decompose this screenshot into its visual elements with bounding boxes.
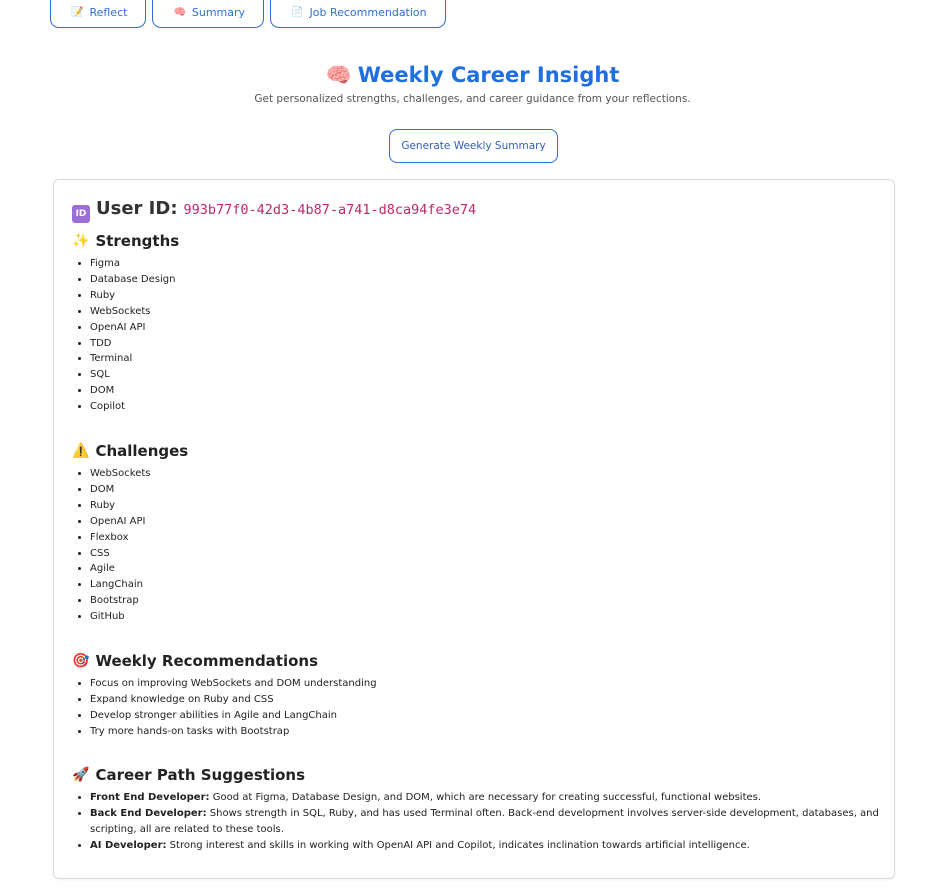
list-item: LangChain [90,577,188,593]
list-item: Focus on improving WebSockets and DOM un… [90,676,377,692]
list-item: OpenAI API [90,320,179,336]
list-item: Flexbox [90,530,188,546]
top-nav: 📝 Reflect 🧠 Summary 📄 Job Recommendation [50,0,446,30]
list-item: WebSockets [90,304,179,320]
career-role: Front End Developer: [90,792,210,803]
list-item: Expand knowledge on Ruby and CSS [90,692,377,708]
list-item: WebSockets [90,466,188,482]
nav-summary-label: Summary [191,6,246,19]
strengths-heading: ✨ Strengths [72,230,179,252]
strengths-title: Strengths [95,232,180,250]
career-description: Good at Figma, Database Design, and DOM,… [209,792,762,803]
list-item: CSS [90,546,188,562]
brain-icon: 🧠 [325,63,352,87]
nav-reflect-label: Reflect [89,6,128,19]
career-title: Career Path Suggestions [95,766,305,784]
list-item: DOM [90,383,179,399]
challenges-title: Challenges [95,442,189,460]
list-item: Bootstrap [90,593,188,609]
rocket-icon: 🚀 [72,767,90,783]
list-item: DOM [90,482,188,498]
list-item: Ruby [90,498,188,514]
document-icon: 📄 [291,7,304,18]
list-item: SQL [90,367,179,383]
user-id-label: User ID: [96,198,178,219]
list-item: GitHub [90,609,188,625]
challenges-list: WebSockets DOM Ruby OpenAI API Flexbox C… [72,466,188,625]
summary-card: ID User ID: 993b77f0-42d3-4b87-a741-d8ca… [53,179,895,879]
challenges-section: ⚠️ Challenges WebSockets DOM Ruby OpenAI… [72,440,188,625]
challenges-heading: ⚠️ Challenges [72,440,188,462]
career-list: Front End Developer: Good at Figma, Data… [72,790,880,854]
recommendations-list: Focus on improving WebSockets and DOM un… [72,676,377,740]
generate-weekly-summary-button[interactable]: Generate Weekly Summary [389,129,558,163]
list-item: Try more hands-on tasks with Bootstrap [90,724,377,740]
page-subtitle: Get personalized strengths, challenges, … [254,93,691,105]
user-id-value: 993b77f0-42d3-4b87-a741-d8ca94fe3e74 [183,202,477,218]
target-icon: 🎯 [72,653,90,669]
recommendations-title: Weekly Recommendations [95,652,319,670]
page-title: 🧠 Weekly Career Insight [0,58,945,92]
list-item: Develop stronger abilities in Agile and … [90,708,377,724]
list-item: Copilot [90,399,179,415]
list-item: TDD [90,336,179,352]
career-description: Shows strength in SQL, Ruby, and has use… [90,808,879,835]
list-item: Back End Developer: Shows strength in SQ… [90,806,880,838]
career-description: Strong interest and skills in working wi… [166,840,750,851]
career-role: AI Developer: [90,840,167,851]
sparkles-icon: ✨ [72,233,90,249]
id-icon: ID [72,205,90,223]
list-item: AI Developer: Strong interest and skills… [90,838,880,854]
strengths-list: Figma Database Design Ruby WebSockets Op… [72,256,179,415]
career-section: 🚀 Career Path Suggestions Front End Deve… [72,764,880,854]
list-item: Agile [90,561,188,577]
brain-icon: 🧠 [173,7,186,18]
list-item: OpenAI API [90,514,188,530]
list-item: Figma [90,256,179,272]
list-item: Terminal [90,351,179,367]
page-title-text: Weekly Career Insight [357,63,620,87]
nav-job-recommendation-label: Job Recommendation [309,6,427,19]
strengths-section: ✨ Strengths Figma Database Design Ruby W… [72,230,179,415]
list-item: Ruby [90,288,179,304]
recommendations-section: 🎯 Weekly Recommendations Focus on improv… [72,650,377,740]
career-heading: 🚀 Career Path Suggestions [72,764,880,786]
warning-icon: ⚠️ [72,443,90,459]
recommendations-heading: 🎯 Weekly Recommendations [72,650,377,672]
nav-job-recommendation-button[interactable]: 📄 Job Recommendation [270,0,446,28]
nav-reflect-button[interactable]: 📝 Reflect [50,0,147,28]
career-role: Back End Developer: [90,808,207,819]
user-id-row: ID User ID: 993b77f0-42d3-4b87-a741-d8ca… [72,198,477,223]
list-item: Front End Developer: Good at Figma, Data… [90,790,880,806]
memo-icon: 📝 [71,7,84,18]
nav-summary-button[interactable]: 🧠 Summary [152,0,265,28]
list-item: Database Design [90,272,179,288]
page-header: 🧠 Weekly Career Insight Get personalized … [0,58,945,105]
